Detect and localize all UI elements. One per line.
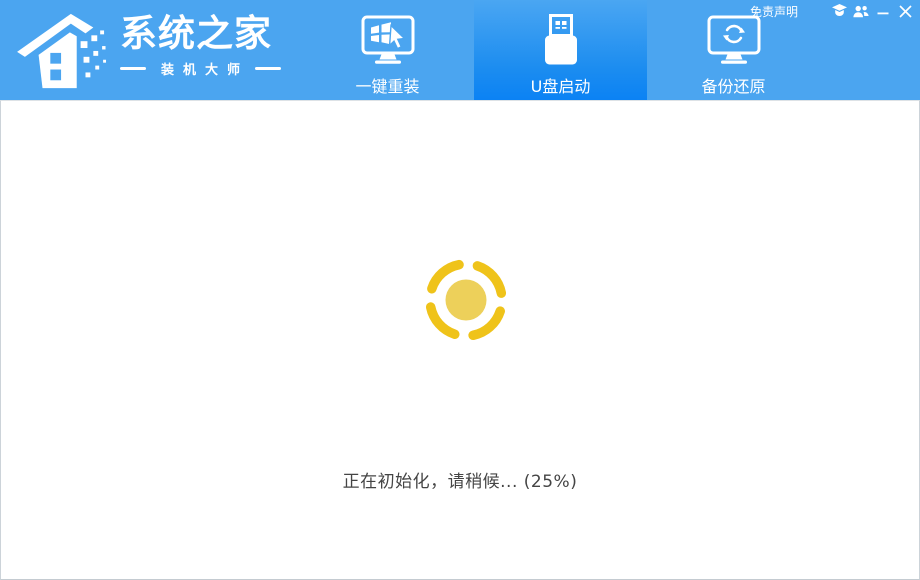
subtitle-right-dash — [255, 67, 281, 70]
service-cap-icon[interactable] — [831, 3, 847, 19]
loading-status-text: 正在初始化，请稍候... (25%) — [1, 467, 919, 492]
subtitle-left-dash — [120, 67, 146, 70]
minimize-icon[interactable] — [875, 3, 891, 19]
tab-label: 备份还原 — [701, 73, 765, 97]
tab-one-key-reinstall[interactable]: 一键重装 — [301, 0, 474, 100]
tab-label: U盘启动 — [531, 73, 591, 97]
monitor-windows-cursor-icon — [360, 13, 416, 67]
brand-name: 系统之家 — [120, 14, 281, 55]
disclaimer-link[interactable]: 免责声明 — [750, 3, 798, 20]
tab-usb-boot[interactable]: U盘启动 — [474, 0, 647, 100]
tab-label: 一键重装 — [355, 73, 419, 97]
app-header: 系统之家 装机大师 — [0, 0, 920, 100]
brand-subtitle: 装机大师 — [120, 59, 281, 78]
app-logo: 系统之家 装机大师 — [14, 6, 281, 92]
main-content: 正在初始化，请稍候... (25%) — [0, 100, 920, 580]
brand-subtitle-label: 装机大师 — [161, 59, 249, 78]
nav-tabs: 一键重装 U盘启动 — [301, 0, 820, 100]
house-logo-icon — [14, 6, 114, 92]
brand-text: 系统之家 装机大师 — [120, 14, 281, 78]
monitor-refresh-icon — [706, 13, 762, 67]
users-icon[interactable] — [853, 3, 869, 19]
app-window: 系统之家 装机大师 — [0, 0, 920, 580]
usb-drive-icon — [538, 13, 584, 67]
close-icon[interactable] — [897, 3, 913, 19]
loading-spinner-icon — [418, 252, 514, 348]
titlebar-controls: 免责声明 — [750, 3, 913, 19]
